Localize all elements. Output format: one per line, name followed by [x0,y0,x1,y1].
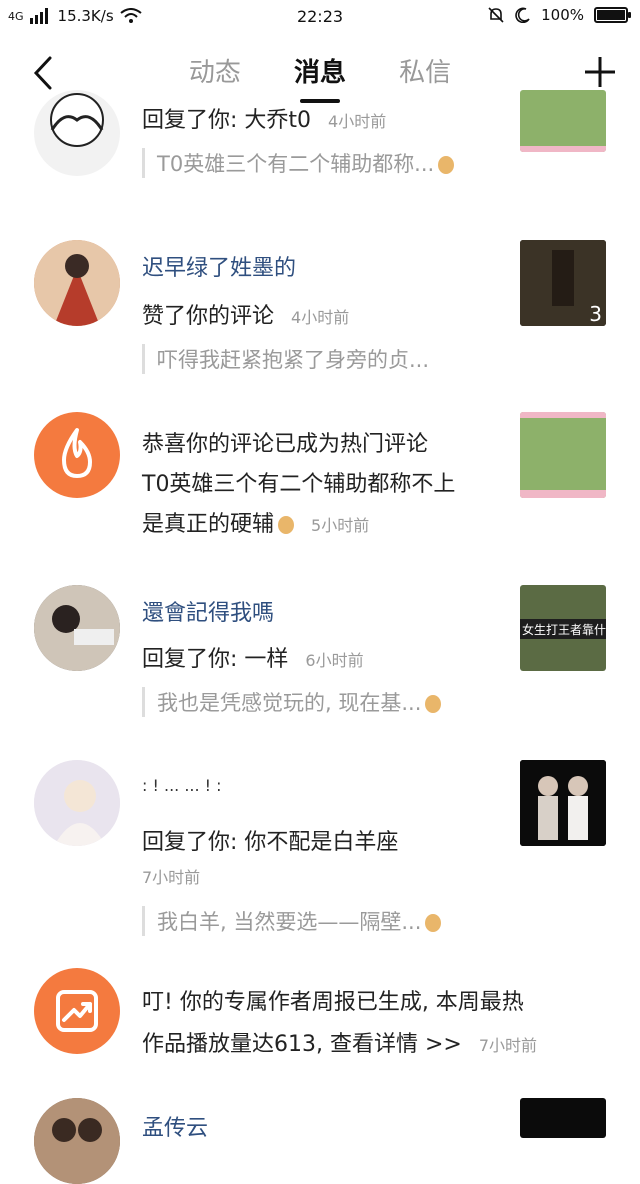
doge-emoji-icon [425,914,442,932]
mute-bell-icon [488,7,504,23]
avatar[interactable] [34,585,120,671]
hot-comment-end: 是真正的硬辅 [142,512,275,537]
quote-text: 我也是凭感觉玩的, 现在基... [157,691,422,715]
battery-icon [594,7,631,23]
like-text: 赞了你的评论 [142,304,275,329]
tab-private[interactable]: 私信 [399,52,451,89]
avatar[interactable] [34,90,120,176]
weekly-report-line2[interactable]: 作品播放量达613, 查看详情 >> 7小时前 [142,1026,537,1058]
timestamp-line: 7小时前 [142,864,200,889]
thumbnail[interactable] [520,412,606,498]
hot-comment-line3: 是真正的硬辅 5小时前 [142,506,369,538]
user-name-line: 孟传云 [142,1110,208,1142]
user-name[interactable]: 還會記得我嗎 [142,601,274,626]
thumbnail[interactable] [520,90,606,152]
quote-text: 我白羊, 当然要选——隔壁... [157,910,422,934]
like-line: 赞了你的评论 4小时前 [142,298,349,330]
avatar[interactable] [34,240,120,326]
list-item[interactable]: 孟传云 [0,1098,640,1184]
quoted-comment: 吓得我赶紧抱紧了身旁的贞... [142,344,429,374]
list-item[interactable]: 回复了你: 大乔t0 4小时前 T0英雄三个有二个辅助都称... [0,90,640,210]
timestamp: 4小时前 [291,308,350,327]
list-item[interactable]: : ! ... ... ! : 回复了你: 你不配是白羊座 7小时前 我白羊, … [0,760,640,950]
hot-comment-text: T0英雄三个有二个辅助都称不上 [142,472,456,497]
user-name[interactable]: 孟传云 [142,1116,208,1141]
thumbnail[interactable] [520,760,606,846]
thumbnail[interactable] [520,1098,606,1138]
list-item[interactable]: 恭喜你的评论已成为热门评论 T0英雄三个有二个辅助都称不上 是真正的硬辅 5小时… [0,412,640,562]
reply-text: 回复了你: 你不配是白羊座 [142,830,399,855]
user-name[interactable]: : ! ... ... ! : [142,776,222,795]
user-name-line: 迟早绿了姓墨的 [142,250,296,282]
tab-activity[interactable]: 动态 [189,52,241,89]
quoted-comment: 我白羊, 当然要选——隔壁... [142,906,442,936]
user-name[interactable]: 迟早绿了姓墨的 [142,256,296,281]
status-bar: 4G 15.3K/s 22:23 100% [0,0,640,34]
list-item[interactable]: 還會記得我嗎 回复了你: 一样 6小时前 我也是凭感觉玩的, 现在基... 女生… [0,585,640,755]
quote-text: T0英雄三个有二个辅助都称... [157,152,435,176]
thumbnail[interactable]: 3 [520,240,606,326]
trend-report-icon [56,990,98,1032]
quoted-comment: 我也是凭感觉玩的, 现在基... [142,687,442,717]
list-item[interactable]: 迟早绿了姓墨的 赞了你的评论 4小时前 吓得我赶紧抱紧了身旁的贞... 3 [0,240,640,400]
timestamp: 4小时前 [328,112,387,131]
avatar [34,968,120,1054]
list-item[interactable]: 叮! 你的专属作者周报已生成, 本周最热 作品播放量达613, 查看详情 >> … [0,968,640,1078]
thumb-caption: 女生打王者靠什 [522,623,606,637]
battery-percent: 100% [541,6,584,24]
doge-emoji-icon [425,695,442,713]
quoted-comment: T0英雄三个有二个辅助都称... [142,148,455,178]
moon-icon [515,7,530,23]
doge-emoji-icon [278,516,295,534]
reply-line: 回复了你: 一样 6小时前 [142,641,364,673]
image-count: 3 [589,302,602,326]
timestamp: 7小时前 [142,868,201,887]
timestamp: 5小时前 [311,516,370,535]
reply-line: 回复了你: 大乔t0 4小时前 [142,102,386,134]
doge-emoji-icon [438,156,455,174]
user-name-line: 還會記得我嗎 [142,595,274,627]
timestamp: 6小时前 [305,651,364,670]
plus-icon[interactable] [582,54,618,90]
quote-text: 吓得我赶紧抱紧了身旁的贞... [157,348,430,372]
weekly-report-text: 作品播放量达613, 查看详情 >> [142,1032,462,1057]
status-right: 100% [487,6,631,24]
tab-bar: 动态 消息 私信 [0,52,640,103]
tab-messages[interactable]: 消息 [294,52,346,103]
avatar[interactable] [34,1098,120,1184]
avatar [34,412,120,498]
reply-text: 回复了你: 大乔t0 [142,108,312,133]
thumbnail[interactable]: 女生打王者靠什 [520,585,606,671]
reply-text: 回复了你: 一样 [142,647,289,672]
hot-title: 恭喜你的评论已成为热门评论 [142,432,429,457]
weekly-report-title: 叮! 你的专属作者周报已生成, 本周最热 [142,990,524,1015]
avatar[interactable] [34,760,120,846]
fire-icon [62,428,92,478]
timestamp: 7小时前 [478,1036,538,1055]
